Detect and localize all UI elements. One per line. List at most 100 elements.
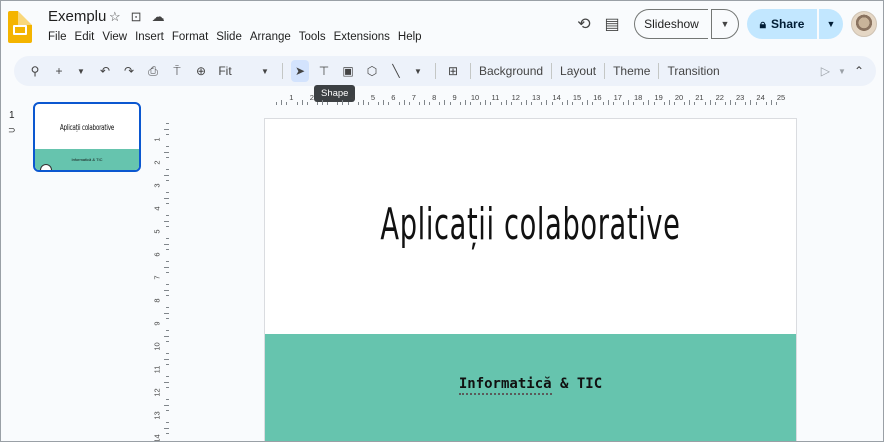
ruler-label: 23 (736, 93, 745, 102)
slide-canvas[interactable]: Aplicații colaborative Informatică & TIC (264, 118, 797, 441)
slideshow-dropdown-icon[interactable]: ▼ (711, 9, 739, 39)
ruler-tick (378, 102, 380, 105)
menu-insert[interactable]: Insert (135, 31, 164, 43)
ruler-label: 14 (152, 434, 162, 442)
ruler-label: 13 (532, 93, 541, 102)
ruler-tick (166, 375, 169, 377)
ruler-tick (607, 100, 609, 105)
ruler-tick (633, 102, 635, 105)
slide-subtitle[interactable]: Informatică & TIC (265, 376, 796, 395)
vertical-ruler[interactable]: 1 2 3 4 5 6 7 8 9 10 11 12 13 14 (152, 117, 169, 442)
collapse-menus-icon[interactable]: ⌃ (854, 64, 864, 78)
ruler-tick (628, 100, 629, 105)
insert-comment-icon[interactable]: ⊞ (444, 60, 462, 82)
zoom-icon[interactable]: ⊕ (192, 60, 210, 82)
ruler-tick (587, 100, 589, 105)
theme-button[interactable]: Theme (613, 60, 650, 82)
ruler-label: 6 (391, 93, 396, 102)
ruler-label: 21 (695, 93, 704, 102)
ruler-label: 22 (715, 93, 724, 102)
slide-title[interactable]: Aplicații colaborative (366, 199, 695, 250)
text-box-icon[interactable]: ⊤ (315, 60, 333, 82)
shape-icon[interactable]: ⬡ (363, 60, 381, 82)
menu-file[interactable]: File (48, 31, 67, 43)
slides-logo-icon[interactable] (8, 11, 32, 43)
horizontal-ruler[interactable]: 1 2 3 4 5 6 7 8 9 10 11 12 13 14 15 16 17 18 19 20 21 22 23 24 2… (263, 91, 799, 105)
pointer-mode-dropdown-icon[interactable]: ▼ (838, 67, 846, 76)
ruler-tick (730, 100, 731, 105)
ruler-tick (337, 102, 339, 105)
ruler-tick (464, 100, 466, 105)
slide-number: 1 (9, 110, 15, 121)
version-history-icon[interactable]: ⟲ (570, 14, 598, 34)
thumbnail-title: Aplicații colaborative (59, 123, 115, 132)
menu-edit[interactable]: Edit (75, 31, 95, 43)
redo-icon[interactable]: ↷ (120, 60, 138, 82)
background-button[interactable]: Background (479, 60, 543, 82)
layout-button[interactable]: Layout (560, 60, 596, 82)
ruler-tick (689, 100, 691, 105)
ruler-tick (444, 100, 446, 105)
ruler-tick (546, 100, 548, 105)
menu-help[interactable]: Help (398, 31, 422, 43)
menu-format[interactable]: Format (172, 31, 208, 43)
undo-icon[interactable]: ↶ (96, 60, 114, 82)
move-to-folder-icon[interactable]: ⊡ (131, 9, 142, 25)
ruler-tick (166, 203, 169, 205)
toolbar-divider (658, 63, 660, 79)
toolbar-right: ▷ ▼ ⌃ (821, 64, 864, 78)
zoom-select[interactable]: Fit (216, 60, 234, 82)
ruler-tick (166, 145, 169, 147)
search-menus-icon[interactable]: ⚲ (26, 60, 44, 82)
ruler-tick (166, 433, 169, 435)
paint-format-icon[interactable]: ⍑ (168, 60, 186, 82)
document-title[interactable]: Exemplu (48, 8, 106, 25)
ruler-tick (429, 102, 431, 105)
cloud-saved-icon[interactable]: ☁ (152, 9, 165, 25)
ruler-label: 8 (152, 298, 162, 303)
select-cursor-icon[interactable]: ➤ (291, 60, 309, 82)
menu-view[interactable]: View (102, 31, 127, 43)
ruler-tick (510, 102, 512, 105)
ruler-label: 4 (350, 93, 355, 102)
comments-icon[interactable]: ▤ (598, 14, 626, 34)
zoom-dropdown-icon[interactable]: ▼ (256, 60, 274, 82)
ruler-tick (648, 100, 650, 105)
avatar[interactable] (851, 11, 877, 37)
ruler-tick (166, 214, 169, 216)
menu-extensions[interactable]: Extensions (334, 31, 390, 43)
ruler-tick (164, 427, 169, 429)
ruler-tick (164, 151, 169, 153)
ruler-tick (322, 100, 323, 105)
ruler-tick (164, 220, 169, 222)
menu-tools[interactable]: Tools (299, 31, 326, 43)
ruler-label: 5 (370, 93, 376, 102)
header-actions: ⟲ ▤ Slideshow ▼ 🔒︎ Share ▼ (570, 9, 877, 39)
pointer-mode-icon[interactable]: ▷ (821, 64, 830, 78)
new-slide-icon[interactable]: + (50, 60, 68, 82)
slide-thumbnail[interactable]: Aplicații colaborative Informatică & TIC (33, 102, 141, 172)
star-icon[interactable]: ☆ (109, 9, 121, 25)
ruler-tick (296, 102, 298, 105)
ruler-tick (166, 341, 169, 343)
ruler-label: 20 (674, 93, 684, 102)
ruler-tick (306, 102, 308, 105)
insert-image-icon[interactable]: ▣ (339, 60, 357, 82)
transition-button[interactable]: Transition (667, 60, 719, 82)
toolbar-divider (282, 63, 283, 79)
share-dropdown-icon[interactable]: ▼ (819, 9, 843, 39)
ruler-tick (526, 100, 527, 105)
ruler-label: 4 (152, 206, 162, 211)
line-icon[interactable]: ╲ (387, 60, 405, 82)
print-icon[interactable]: ⎙ (144, 60, 162, 82)
slideshow-button[interactable]: Slideshow (634, 9, 708, 39)
line-dropdown-icon[interactable]: ▼ (409, 60, 427, 82)
menu-slide[interactable]: Slide (216, 31, 242, 43)
ruler-label: 17 (613, 93, 622, 102)
menu-arrange[interactable]: Arrange (250, 31, 291, 43)
share-button[interactable]: 🔒︎ Share (747, 9, 817, 39)
new-slide-dropdown-icon[interactable]: ▼ (72, 60, 90, 82)
ruler-label: 18 (634, 93, 643, 102)
ruler-label: 1 (152, 137, 162, 142)
ruler-tick (403, 100, 405, 105)
